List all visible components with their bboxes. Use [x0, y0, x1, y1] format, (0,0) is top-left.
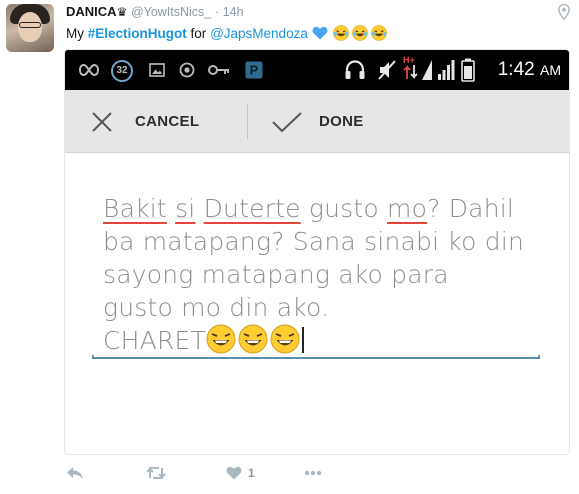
tweet-text-mid: for	[190, 26, 207, 41]
note-word: gusto	[308, 194, 379, 223]
note-line-4: gusto mo din ako.	[103, 293, 330, 322]
note-line-1: Bakit si Duterte gusto mo? Dahil	[103, 192, 524, 225]
note-line-3: sayong matapang ako para	[103, 260, 449, 289]
like-button[interactable]: 1	[226, 462, 255, 484]
note-line-5: CHARET	[103, 324, 524, 357]
author-name[interactable]: DANICA	[66, 4, 117, 19]
svg-text:P: P	[250, 63, 259, 78]
laughing-emoji-row	[333, 25, 388, 44]
infinity-icon	[79, 63, 99, 77]
misspelled-word: mo	[387, 194, 428, 223]
headset-icon	[345, 60, 365, 79]
like-count: 1	[248, 466, 255, 480]
separator: ·	[214, 5, 220, 19]
close-icon	[92, 111, 112, 132]
misspelled-word: Duterte	[203, 194, 301, 223]
misspelled-word: Bakit	[103, 194, 167, 223]
notification-count-badge: 32	[111, 60, 133, 82]
retweet-icon	[146, 466, 166, 480]
hashtag-link[interactable]: #ElectionHugot	[88, 26, 187, 41]
note-word: ? Dahil	[427, 194, 515, 223]
status-time-ampm: AM	[540, 62, 561, 78]
avatar-glasses	[19, 22, 41, 28]
author-handle[interactable]: @YowItsNics_	[131, 5, 211, 19]
reply-icon	[67, 467, 83, 479]
image-icon	[149, 63, 165, 77]
avatar[interactable]	[6, 4, 54, 52]
signal-2-icon	[438, 60, 455, 80]
key-icon	[208, 65, 229, 75]
cancel-button[interactable]: CANCEL	[91, 90, 199, 153]
parking-app-icon: P	[245, 61, 263, 79]
note-line-2: ba matapang? Sana sinabi ko din	[103, 227, 525, 256]
done-button[interactable]: DONE	[271, 90, 364, 153]
crown-icon: ♛	[116, 5, 128, 19]
reply-button[interactable]	[66, 462, 84, 484]
heart-icon	[226, 466, 242, 480]
note-text-field[interactable]: Bakit si Duterte gusto mo? Dahil ba mata…	[103, 192, 524, 357]
signal-1-icon	[422, 60, 432, 80]
more-options-button[interactable]	[304, 462, 322, 484]
text-field-underline	[92, 355, 540, 359]
text-cursor	[302, 327, 304, 353]
tweet-timestamp[interactable]: 14h	[223, 5, 244, 19]
data-arrows-icon	[403, 64, 418, 80]
laughing-emoji-icons	[206, 324, 300, 354]
tweet-header: DANICA♛ @YowItsNics_ · 14h	[66, 4, 244, 19]
checkmark-icon	[272, 111, 302, 132]
retweet-button[interactable]	[146, 462, 166, 484]
tweet-text: My #ElectionHugot for @JapsMendoza	[66, 25, 388, 44]
blue-heart-icon	[312, 26, 328, 40]
status-bar-time: 1:42 AM	[498, 59, 561, 81]
record-icon	[179, 62, 195, 78]
laughing-emoji-icons	[333, 25, 388, 41]
more-dots-icon	[304, 470, 322, 476]
editor-action-bar: CANCEL DONE	[65, 90, 569, 153]
mute-icon	[378, 60, 396, 80]
tweet-media-image[interactable]: 32 P H+ 1:42 AM CANCEL DONE Bakit si Dut…	[64, 49, 570, 455]
done-label: DONE	[319, 113, 364, 130]
location-pin-icon[interactable]	[558, 4, 570, 20]
mention-link[interactable]: @JapsMendoza	[210, 26, 308, 41]
cancel-label: CANCEL	[135, 113, 200, 130]
action-bar-divider	[247, 104, 248, 139]
battery-icon	[461, 58, 475, 82]
status-time-value: 1:42	[497, 59, 535, 80]
phone-status-bar: 32 P H+ 1:42 AM	[65, 50, 569, 90]
tweet-text-prefix: My	[66, 26, 84, 41]
misspelled-word: si	[175, 194, 196, 223]
note-line-5-text: CHARET	[103, 326, 206, 355]
